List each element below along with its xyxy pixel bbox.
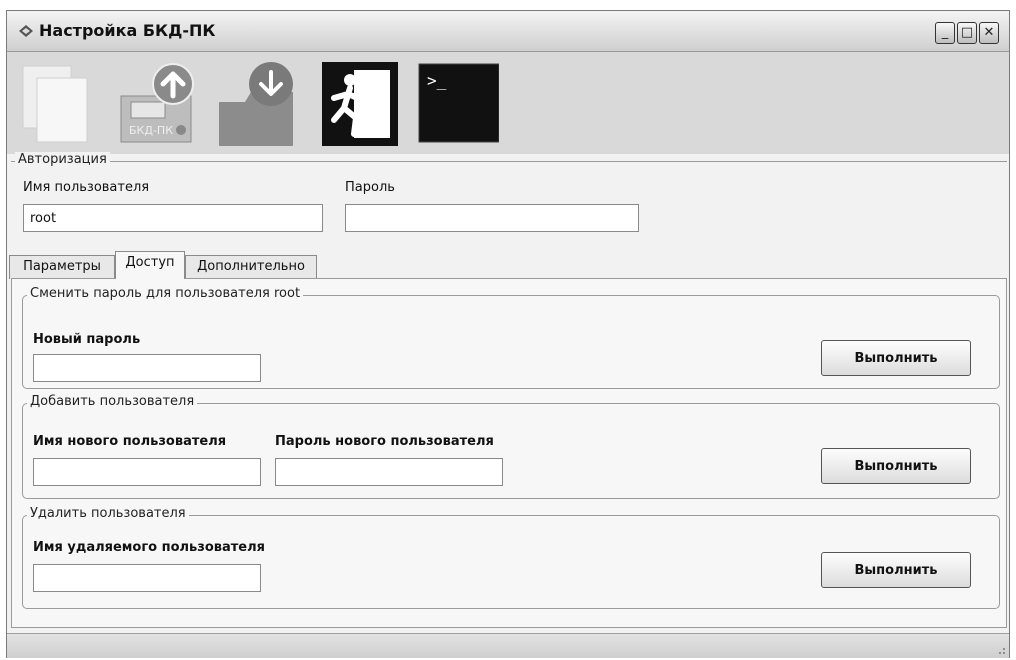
change-password-legend: Сменить пароль для пользователя root [27,286,304,301]
device-caption: БКД-ПК [129,124,173,137]
add-user-legend: Добавить пользователя [27,394,198,409]
tab-panel-access: Сменить пароль для пользователя root Нов… [11,278,1007,628]
new-password-label: Новый пароль [33,332,141,347]
tab-parameters[interactable]: Параметры [9,255,115,279]
window-title: Настройка БКД-ПК [39,21,216,40]
resize-grip-icon[interactable] [996,645,1006,655]
new-username-label: Имя нового пользователя [33,434,227,449]
app-icon [19,25,33,37]
app-window: Настройка БКД-ПК _ □ ✕ БКД-ПК >_ Авториз… [6,10,1010,658]
auth-group: Авторизация Имя пользователя Пароль [11,152,1007,241]
change-password-group: Сменить пароль для пользователя root Нов… [22,286,1000,389]
auth-legend: Авторизация [15,152,110,167]
change-password-execute-button[interactable]: Выполнить [821,340,971,376]
minimize-icon: _ [941,25,949,40]
add-user-group: Добавить пользователя Имя нового пользов… [22,394,1000,499]
new-password-input[interactable] [33,354,261,382]
new-user-password-label: Пароль нового пользователя [275,434,494,449]
title-bar: Настройка БКД-ПК _ □ ✕ [7,11,1009,52]
toolbar: БКД-ПК >_ [7,52,1009,154]
upload-config-button[interactable]: БКД-ПК [117,62,199,146]
tab-advanced[interactable]: Дополнительно [185,255,317,279]
delete-user-execute-button[interactable]: Выполнить [821,552,971,588]
status-bar [7,633,1009,658]
password-input[interactable] [345,204,639,232]
maximize-icon: □ [960,25,974,40]
add-user-execute-button[interactable]: Выполнить [821,448,971,484]
close-icon: ✕ [983,25,995,40]
new-document-icon [22,65,88,143]
delete-username-input[interactable] [33,564,261,592]
username-input[interactable] [23,204,323,232]
upload-config-icon: БКД-ПК [120,63,194,143]
delete-user-legend: Удалить пользователя [27,506,189,521]
terminal-icon: >_ [418,63,500,143]
username-label: Имя пользователя [23,180,150,195]
new-document-button[interactable] [19,62,101,146]
maximize-button[interactable]: □ [957,22,977,44]
new-username-input[interactable] [33,458,261,486]
tab-access[interactable]: Доступ [115,251,185,279]
password-label: Пароль [345,180,395,195]
exit-button[interactable] [320,62,402,146]
terminal-prompt: >_ [427,71,447,90]
terminal-button[interactable]: >_ [417,62,500,146]
new-user-password-input[interactable] [275,458,503,486]
close-button[interactable]: ✕ [979,22,999,44]
exit-icon [322,62,398,146]
download-config-icon [219,62,293,146]
delete-user-group: Удалить пользователя Имя удаляемого поль… [22,506,1000,609]
minimize-button[interactable]: _ [935,22,955,44]
delete-username-label: Имя удаляемого пользователя [33,540,265,555]
download-config-button[interactable] [215,62,297,146]
